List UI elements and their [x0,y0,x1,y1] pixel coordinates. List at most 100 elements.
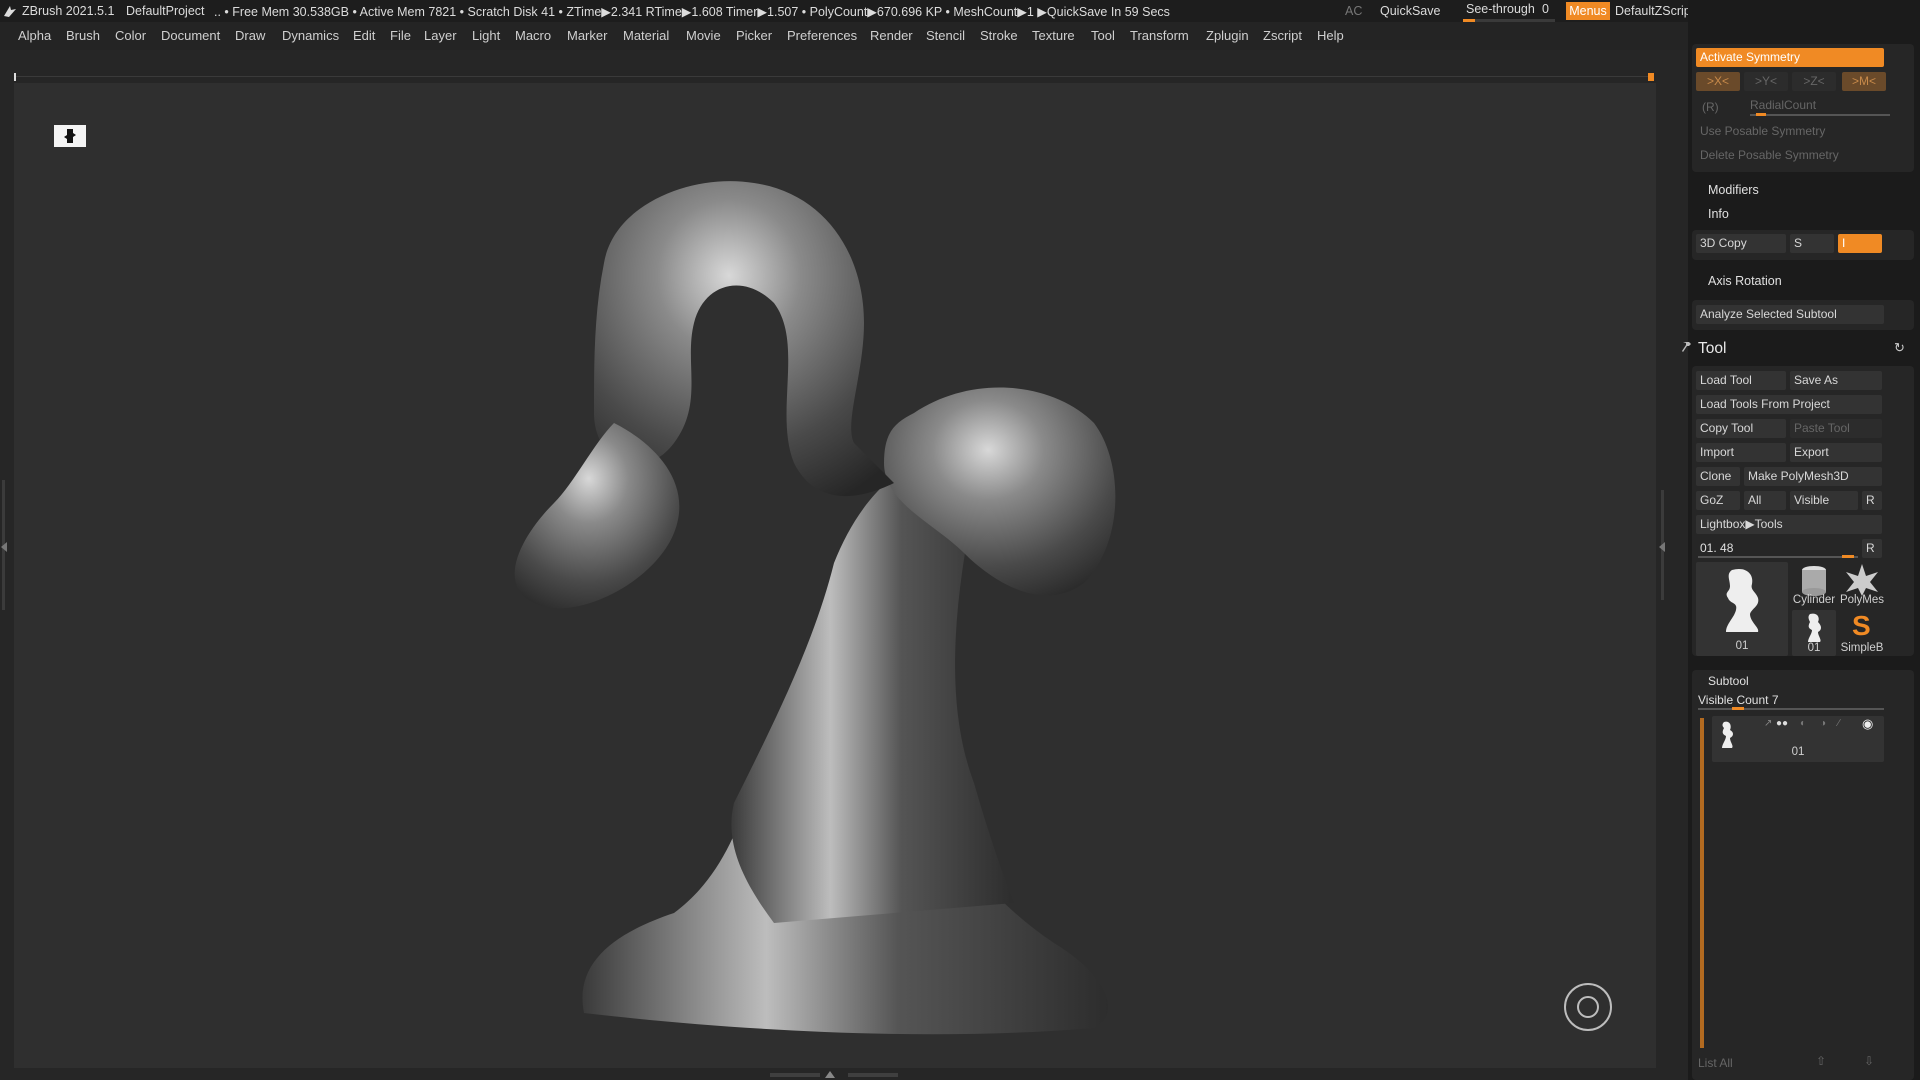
tool-slider[interactable] [1698,556,1858,558]
goz-visible-button[interactable]: Visible [1790,491,1858,510]
clone-button[interactable]: Clone [1696,467,1740,486]
modifiers-header[interactable]: Modifiers [1708,183,1759,197]
tool-thumb-cylinder[interactable]: Cylinder [1792,562,1836,608]
document-canvas[interactable] [14,83,1656,1068]
menu-transform[interactable]: Transform [1130,28,1189,43]
right-tray-arrow-icon [1659,542,1665,552]
use-posable-symmetry-button[interactable]: Use Posable Symmetry [1696,122,1884,141]
symmetry-z-button[interactable]: >Z< [1792,72,1836,91]
radial-r-toggle[interactable]: (R) [1702,100,1719,114]
menu-zplugin[interactable]: Zplugin [1206,28,1249,43]
list-all-button[interactable]: List All [1698,1056,1733,1070]
goz-r-button[interactable]: R [1862,491,1882,510]
tool-thumb-small[interactable]: 01 [1792,610,1836,656]
analyze-selected-subtool-button[interactable]: Analyze Selected Subtool [1696,305,1884,324]
menu-stroke[interactable]: Stroke [980,28,1018,43]
subtool-mode-icon[interactable]: ◐ [1800,718,1806,729]
subtool-header[interactable]: Subtool [1708,674,1749,688]
current-tool-name[interactable]: 01. 48 [1700,541,1733,555]
menu-light[interactable]: Light [472,28,500,43]
subtool-visibility-eye-icon[interactable]: ◉ [1862,716,1873,732]
palette-refresh-icon[interactable]: ↻ [1894,340,1905,356]
menu-material[interactable]: Material [623,28,669,43]
menu-file[interactable]: File [390,28,411,43]
ac-indicator[interactable]: AC [1345,4,1362,18]
menus-toggle-button[interactable]: Menus [1566,2,1610,20]
menu-macro[interactable]: Macro [515,28,551,43]
menu-movie[interactable]: Movie [686,28,721,43]
subtool-dynamesh-icon[interactable]: ◑ [1820,718,1826,729]
make-polymesh3d-button[interactable]: Make PolyMesh3D [1744,467,1882,486]
subtool-scrollbar[interactable] [1700,718,1704,1048]
tool-thumb-simpleb-label: SimpleB [1840,642,1884,654]
left-tray-handle[interactable] [0,480,8,610]
goz-all-button[interactable]: All [1744,491,1786,510]
tool-thumb-main-label: 01 [1735,640,1749,652]
menu-render[interactable]: Render [870,28,913,43]
goz-button[interactable]: GoZ [1696,491,1740,510]
save-as-button[interactable]: Save As [1790,371,1882,390]
menu-tool[interactable]: Tool [1091,28,1115,43]
menu-color[interactable]: Color [115,28,146,43]
tool-r-button[interactable]: R [1862,539,1882,558]
bottom-tray-handle[interactable] [770,1070,900,1080]
load-tools-from-project-button[interactable]: Load Tools From Project [1696,395,1882,414]
subtool-move-up-icon[interactable]: ⇧ [1816,1054,1826,1068]
copy-tool-button[interactable]: Copy Tool [1696,419,1786,438]
menu-preferences[interactable]: Preferences [787,28,857,43]
copy-s-button[interactable]: S [1790,234,1834,253]
perspective-camera-icon[interactable] [54,125,86,147]
3d-copy-button[interactable]: 3D Copy [1696,234,1786,253]
menu-texture[interactable]: Texture [1032,28,1075,43]
symmetry-m-button[interactable]: >M< [1842,72,1886,91]
lightbox-tools-button[interactable]: Lightbox▶Tools [1696,515,1882,534]
radial-count-slider[interactable] [1750,114,1890,116]
timeline-end-marker[interactable] [1648,73,1654,81]
symmetry-x-button[interactable]: >X< [1696,72,1740,91]
symmetry-y-button[interactable]: >Y< [1744,72,1788,91]
menu-zscript[interactable]: Zscript [1263,28,1302,43]
navigation-gizmo[interactable] [1564,983,1612,1031]
tool-thumb-simpleb[interactable]: S SimpleB [1840,610,1884,656]
symmetry-group: Activate Symmetry >X< >Y< >Z< >M< (R) Ra… [1692,44,1914,172]
menu-help[interactable]: Help [1317,28,1344,43]
menu-brush[interactable]: Brush [66,28,100,43]
visible-count-slider[interactable] [1698,708,1884,710]
delete-posable-symmetry-button[interactable]: Delete Posable Symmetry [1696,146,1884,165]
menu-marker[interactable]: Marker [567,28,607,43]
menu-edit[interactable]: Edit [353,28,375,43]
subtool-brush-icon[interactable]: ↗ [1764,718,1772,729]
right-tray-panel: Activate Symmetry >X< >Y< >Z< >M< (R) Ra… [1682,0,1920,1080]
menu-draw[interactable]: Draw [235,28,265,43]
bottom-tray-bar-right [848,1073,898,1077]
subtool-lock-icon[interactable]: ∕ [1838,718,1840,729]
copy-i-button[interactable]: I [1838,234,1882,253]
subtool-item[interactable]: ↗ ●● ◐ ◑ ∕ ◉ 01 [1712,716,1884,762]
menu-picker[interactable]: Picker [736,28,772,43]
subtool-move-down-icon[interactable]: ⇩ [1864,1054,1874,1068]
timeline-ruler[interactable] [14,73,1654,81]
project-name[interactable]: DefaultProject [126,4,205,18]
sculpted-model[interactable] [14,83,1656,1068]
menu-dynamics[interactable]: Dynamics [282,28,339,43]
quicksave-button[interactable]: QuickSave [1380,4,1440,18]
timeline-marker[interactable] [14,73,16,81]
tool-thumb-main[interactable]: 01 [1696,562,1788,656]
export-button[interactable]: Export [1790,443,1882,462]
activate-symmetry-button[interactable]: Activate Symmetry [1696,48,1884,67]
tool-thumb-polymesh[interactable]: PolyMes [1840,562,1884,608]
subtool-polypaint-icon[interactable]: ●● [1776,718,1788,729]
menu-alpha[interactable]: Alpha [18,28,51,43]
info-header[interactable]: Info [1708,207,1729,221]
default-zscript-button[interactable]: DefaultZScript [1615,4,1694,18]
load-tool-button[interactable]: Load Tool [1696,371,1786,390]
right-tray-handle[interactable] [1657,480,1667,620]
menu-layer[interactable]: Layer [424,28,457,43]
hammer-icon [1682,342,1691,352]
import-button[interactable]: Import [1696,443,1786,462]
tool-palette-title[interactable]: Tool [1698,340,1726,358]
axis-rotation-header[interactable]: Axis Rotation [1708,274,1782,288]
paste-tool-button[interactable]: Paste Tool [1790,419,1882,438]
menu-stencil[interactable]: Stencil [926,28,965,43]
menu-document[interactable]: Document [161,28,220,43]
